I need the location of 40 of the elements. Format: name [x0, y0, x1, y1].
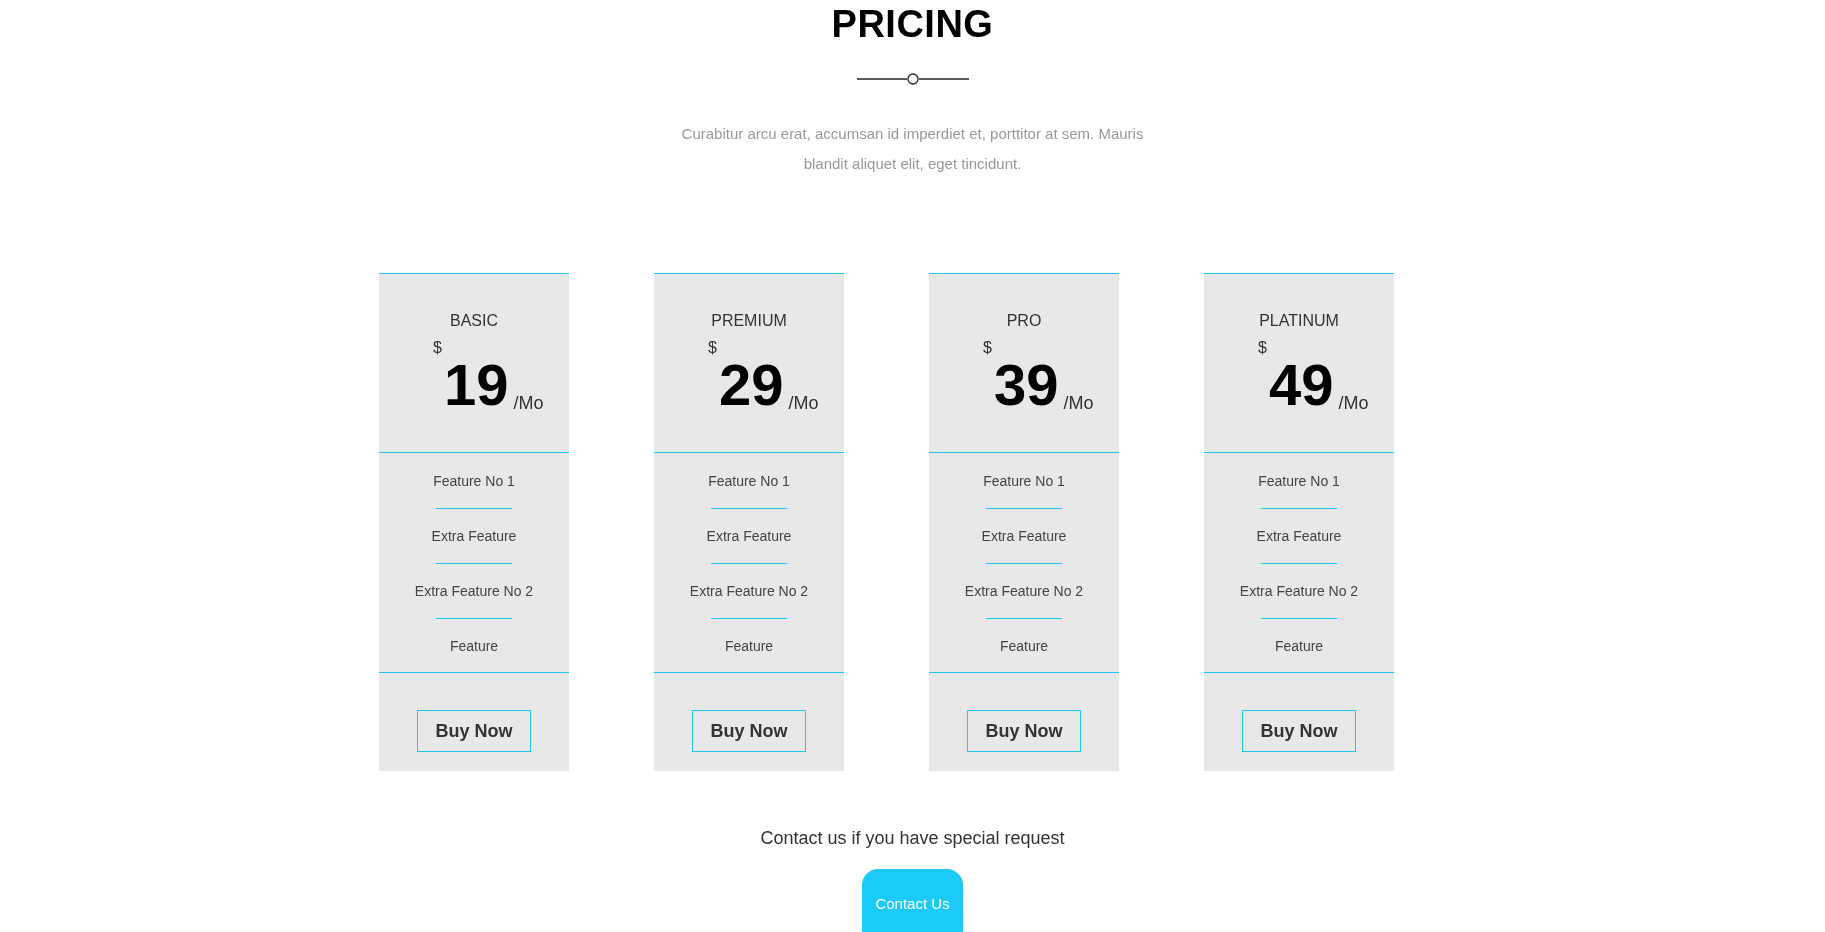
feature-item: Extra Feature	[981, 527, 1067, 546]
feature-item: Feature No 1	[433, 472, 515, 491]
feature-item: Feature	[449, 637, 499, 656]
feature-item: Feature	[724, 637, 774, 656]
buy-now-button[interactable]: Buy Now	[1242, 710, 1356, 752]
buy-now-button[interactable]: Buy Now	[417, 710, 531, 752]
feature-item: Feature No 1	[1258, 472, 1340, 491]
currency-symbol: $	[1258, 338, 1267, 358]
buy-now-button[interactable]: Buy Now	[967, 710, 1081, 752]
feature-item: Extra Feature No 2	[1239, 582, 1359, 601]
price-period: /Mo	[1063, 392, 1094, 414]
section-title: PRICING	[831, 2, 994, 44]
currency-symbol: $	[433, 338, 442, 358]
feature-item: Extra Feature	[431, 527, 517, 546]
plan-name: PLATINUM	[1259, 311, 1339, 331]
price-amount: 19	[443, 356, 509, 414]
currency-symbol: $	[983, 338, 992, 358]
plan-name: BASIC	[450, 311, 498, 331]
intro-paragraph: Curabitur arcu erat, accumsan id imperdiet et, porttitor at sem. Mauris blandit aliquet elit, eget tincidunt.	[680, 124, 1145, 174]
price-period: /Mo	[513, 392, 544, 414]
price-amount: 49	[1268, 356, 1334, 414]
price-period: /Mo	[1338, 392, 1369, 414]
price-period: /Mo	[788, 392, 819, 414]
divider-ornament-icon	[856, 73, 969, 85]
feature-item: Feature	[1274, 637, 1324, 656]
feature-item: Extra Feature	[1256, 527, 1342, 546]
buy-now-button[interactable]: Buy Now	[692, 710, 806, 752]
currency-symbol: $	[708, 338, 717, 358]
price-amount: 39	[993, 356, 1059, 414]
feature-item: Feature No 1	[983, 472, 1065, 491]
feature-item: Extra Feature No 2	[689, 582, 809, 601]
feature-item: Feature	[999, 637, 1049, 656]
contact-text: Contact us if you have special request	[760, 827, 1065, 850]
price-amount: 29	[718, 356, 784, 414]
feature-item: Extra Feature No 2	[414, 582, 534, 601]
feature-item: Extra Feature No 2	[964, 582, 1084, 601]
feature-item: Feature No 1	[708, 472, 790, 491]
feature-item: Extra Feature	[706, 527, 792, 546]
plan-name: PREMIUM	[711, 311, 787, 331]
plan-name: PRO	[1006, 311, 1042, 331]
